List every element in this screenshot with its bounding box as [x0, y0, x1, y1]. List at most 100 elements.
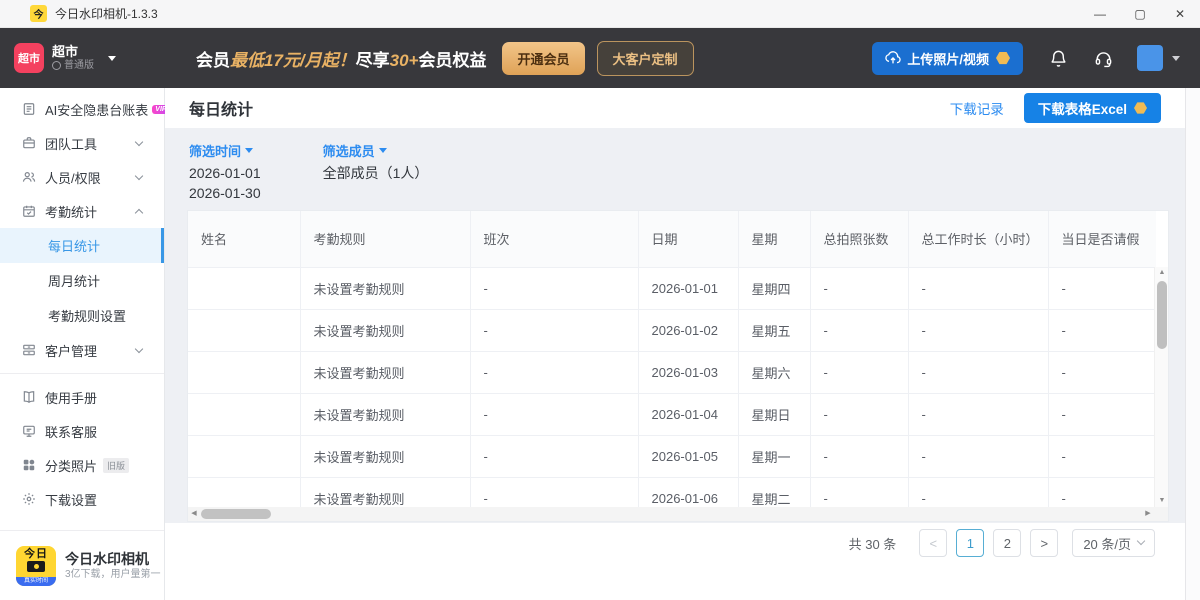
- table-cell: -: [810, 351, 908, 393]
- window-scrollbar-track[interactable]: [1185, 88, 1200, 600]
- table-cell: -: [470, 393, 638, 435]
- open-vip-button[interactable]: 开通会员: [502, 42, 584, 75]
- workspace-plan: 普通版: [52, 59, 94, 72]
- table-cell: -: [908, 309, 1048, 351]
- table-cell: -: [1048, 267, 1156, 309]
- column-header: 总拍照张数: [810, 211, 908, 267]
- notification-bell-icon[interactable]: [1049, 49, 1068, 68]
- cloud-upload-icon: [885, 51, 901, 65]
- chevron-down-icon[interactable]: [1172, 56, 1180, 61]
- column-header: 姓名: [188, 211, 300, 267]
- scroll-right-arrow[interactable]: ▶: [1142, 507, 1154, 521]
- window-titlebar: 今 今日水印相机-1.3.3 — ▢ ✕: [0, 0, 1200, 28]
- sidebar-item-customer-management[interactable]: 客户管理: [0, 333, 164, 367]
- chevron-up-icon: [135, 209, 143, 217]
- main-content: 每日统计 下载记录 下载表格Excel 筛选时间 2026-01-01 2026…: [165, 88, 1185, 600]
- sidebar-item-user-manual[interactable]: 使用手册: [0, 380, 164, 414]
- download-excel-button[interactable]: 下载表格Excel: [1024, 93, 1161, 123]
- table-cell: 未设置考勤规则: [300, 351, 470, 393]
- enterprise-custom-button[interactable]: 大客户定制: [597, 41, 694, 76]
- sidebar-footer: 今日 真实时间 今日水印相机 3亿下载，用户量第一: [0, 530, 164, 600]
- table-cell: 2026-01-01: [638, 267, 738, 309]
- table-cell: -: [810, 393, 908, 435]
- horizontal-scrollbar[interactable]: ◀ ▶: [188, 507, 1154, 521]
- page-title: 每日统计: [189, 96, 253, 120]
- scroll-left-arrow[interactable]: ◀: [188, 507, 200, 521]
- customer-support-headset-icon[interactable]: [1094, 49, 1113, 68]
- workspace-name: 超市: [52, 44, 94, 59]
- book-icon: [22, 390, 36, 404]
- table-cell: -: [470, 435, 638, 477]
- sidebar-item-attendance-stats[interactable]: 考勤统计: [0, 194, 164, 228]
- sidebar-item-classified-photos[interactable]: 分类照片 旧版: [0, 448, 164, 482]
- table-row: 未设置考勤规则-2026-01-02星期五---: [188, 309, 1156, 351]
- sidebar-item-ai-ledger[interactable]: AI安全隐患台账表 VIP: [0, 92, 164, 126]
- sidebar-item-team-tools[interactable]: 团队工具: [0, 126, 164, 160]
- table-cell: 2026-01-03: [638, 351, 738, 393]
- vertical-scroll-thumb[interactable]: [1157, 281, 1167, 349]
- table-cell: 未设置考勤规则: [300, 393, 470, 435]
- sidebar-subitem-daily-stats[interactable]: 每日统计: [0, 228, 164, 263]
- filter-time-dropdown[interactable]: 筛选时间: [189, 141, 261, 160]
- app-tagline: 3亿下载，用户量第一: [65, 568, 161, 582]
- download-records-link[interactable]: 下载记录: [950, 98, 1004, 118]
- table-cell: -: [470, 309, 638, 351]
- scroll-down-arrow[interactable]: ▼: [1155, 495, 1169, 507]
- column-header: 考勤规则: [300, 211, 470, 267]
- workspace-switcher[interactable]: 超市 超市 普通版: [0, 43, 170, 73]
- filter-time-from: 2026-01-01: [189, 163, 261, 183]
- table-body: 未设置考勤规则-2026-01-01星期四---未设置考勤规则-2026-01-…: [188, 267, 1156, 519]
- content-header: 每日统计 下载记录 下载表格Excel: [165, 88, 1185, 128]
- content-panel: 筛选时间 2026-01-01 2026-01-30 筛选成员 全部成员（1人）: [165, 128, 1185, 523]
- table-cell: 星期四: [738, 267, 810, 309]
- table-cell: -: [1048, 309, 1156, 351]
- sidebar-subitem-attendance-rules[interactable]: 考勤规则设置: [0, 298, 164, 333]
- upload-photos-button[interactable]: 上传照片/视频: [872, 42, 1023, 75]
- table-cell: -: [810, 267, 908, 309]
- stats-table-card: 姓名 考勤规则 班次 日期 星期 总拍照张数 总工作时长（小时） 当日是否请假 …: [187, 210, 1169, 522]
- chevron-down-icon: [135, 138, 143, 146]
- table-header-row: 姓名 考勤规则 班次 日期 星期 总拍照张数 总工作时长（小时） 当日是否请假: [188, 211, 1156, 267]
- user-avatar[interactable]: [1137, 45, 1163, 71]
- sidebar-divider: [0, 373, 164, 374]
- chevron-down-icon: [379, 148, 387, 153]
- horizontal-scroll-thumb[interactable]: [201, 509, 271, 519]
- gear-icon: [22, 492, 36, 506]
- plan-icon: [52, 61, 61, 70]
- pagination-prev-button[interactable]: <: [919, 529, 947, 557]
- close-button[interactable]: ✕: [1160, 0, 1200, 27]
- sidebar-item-contact-support[interactable]: 联系客服: [0, 414, 164, 448]
- minimize-button[interactable]: —: [1080, 0, 1120, 27]
- table-cell: -: [908, 351, 1048, 393]
- document-icon: [22, 102, 36, 116]
- daily-stats-table: 姓名 考勤规则 班次 日期 星期 总拍照张数 总工作时长（小时） 当日是否请假 …: [188, 211, 1156, 520]
- pagination-page-1[interactable]: 1: [956, 529, 984, 557]
- table-cell: 星期日: [738, 393, 810, 435]
- chevron-down-icon: [135, 172, 143, 180]
- table-cell: [188, 267, 300, 309]
- pagination-page-2[interactable]: 2: [993, 529, 1021, 557]
- chevron-down-icon: [108, 56, 116, 61]
- table-cell: -: [810, 309, 908, 351]
- table-cell: 星期一: [738, 435, 810, 477]
- monitor-chat-icon: [22, 424, 36, 438]
- maximize-button[interactable]: ▢: [1120, 0, 1160, 27]
- legacy-badge: 旧版: [103, 458, 129, 473]
- sidebar: AI安全隐患台账表 VIP 团队工具 人员/权限 考勤统计 每日统计 周月统计 …: [0, 88, 165, 600]
- table-cell: -: [908, 267, 1048, 309]
- sidebar-item-download-settings[interactable]: 下载设置: [0, 482, 164, 516]
- table-row: 未设置考勤规则-2026-01-03星期六---: [188, 351, 1156, 393]
- table-cell: -: [470, 267, 638, 309]
- table-cell: -: [810, 435, 908, 477]
- sidebar-item-members-permissions[interactable]: 人员/权限: [0, 160, 164, 194]
- chevron-down-icon: [245, 148, 253, 153]
- pagination-next-button[interactable]: >: [1030, 529, 1058, 557]
- filter-member-dropdown[interactable]: 筛选成员: [323, 141, 429, 160]
- sidebar-subitem-weekly-monthly-stats[interactable]: 周月统计: [0, 263, 164, 298]
- vertical-scrollbar[interactable]: ▲ ▼: [1154, 267, 1168, 507]
- page-size-select[interactable]: 20 条/页: [1072, 529, 1155, 557]
- vip-hexagon-icon: [996, 52, 1010, 65]
- column-header: 星期: [738, 211, 810, 267]
- scroll-up-arrow[interactable]: ▲: [1155, 267, 1169, 279]
- table-cell: 未设置考勤规则: [300, 435, 470, 477]
